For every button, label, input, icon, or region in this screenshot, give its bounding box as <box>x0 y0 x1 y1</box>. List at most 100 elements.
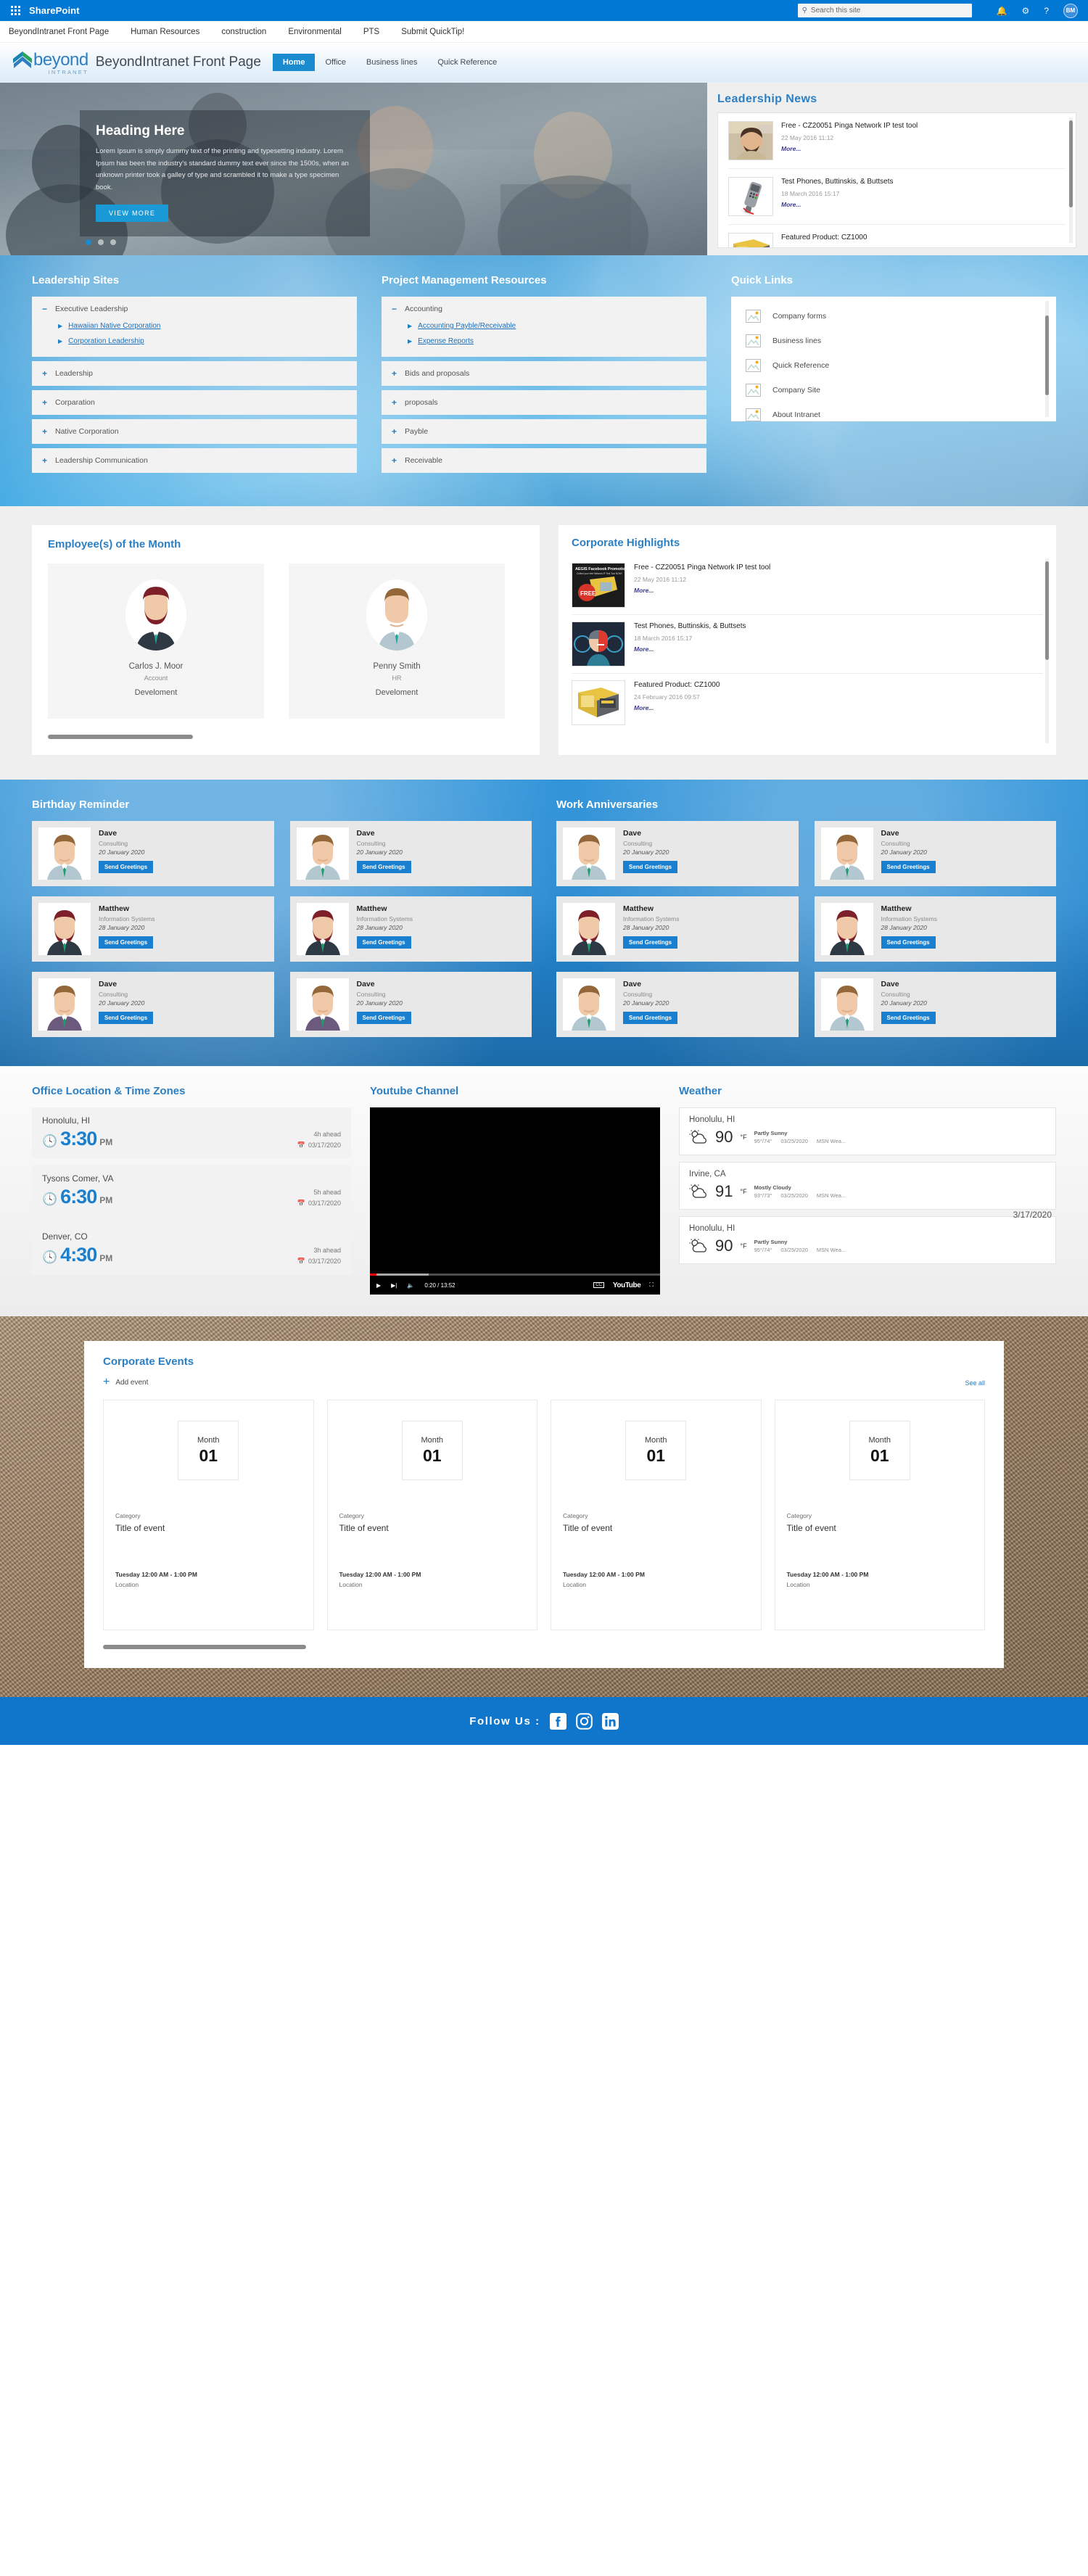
site-logo[interactable]: beyond INTRANET <box>10 50 88 75</box>
instagram-icon[interactable] <box>575 1712 593 1730</box>
linkedin-icon[interactable] <box>601 1712 619 1730</box>
news-more-link[interactable]: More... <box>781 145 801 152</box>
weather-card[interactable]: Honolulu, HI 90 °F Partly Sunny 95°/74° … <box>679 1107 1056 1155</box>
youtube-player[interactable]: ▶ ▶| 🔈 0:20 / 13:52 CC YouTube ⛶ <box>370 1107 660 1295</box>
list-item[interactable]: ▶ Corporation Leadership <box>58 337 347 345</box>
link[interactable]: Expense Reports <box>418 337 474 345</box>
timezone-card[interactable]: Denver, CO 🕓 4:30 PM 3h ahead 📅 03/17/202… <box>32 1223 351 1275</box>
accordion-native-corporation[interactable]: + Native Corporation <box>32 419 357 444</box>
accordion-executive-leadership[interactable]: − Executive Leadership ▶ Hawaiian Native… <box>32 297 357 357</box>
accordion-bids-and-proposals[interactable]: + Bids and proposals <box>382 361 706 386</box>
anniversary-card[interactable]: Matthew Information Systems 28 January 2… <box>814 896 1056 962</box>
play-icon[interactable]: ▶ <box>376 1282 381 1289</box>
quick-link-item[interactable]: Company Site <box>731 378 1056 402</box>
view-more-button[interactable]: VIEW MORE <box>96 204 169 222</box>
hub-nav-item-4[interactable]: PTS <box>363 28 379 36</box>
news-more-link[interactable]: More... <box>781 201 801 208</box>
carousel-dot-3[interactable] <box>110 239 116 245</box>
see-all-link[interactable]: See all <box>965 1379 985 1387</box>
send-greetings-button[interactable]: Send Greetings <box>356 861 411 873</box>
settings-icon[interactable]: ⚙ <box>1022 6 1030 16</box>
timezone-card[interactable]: Honolulu, HI 🕓 3:30 PM 4h ahead 📅 03/17/2… <box>32 1107 351 1159</box>
tab-business-lines[interactable]: Business lines <box>356 54 427 71</box>
send-greetings-button[interactable]: Send Greetings <box>623 861 678 873</box>
send-greetings-button[interactable]: Send Greetings <box>881 936 936 949</box>
birthday-card[interactable]: Matthew Information Systems 28 January 2… <box>289 896 532 962</box>
event-card[interactable]: Month 01 Category Title of event Tuesday… <box>103 1400 314 1630</box>
anniversary-card[interactable]: Dave Consulting 20 January 2020 Send Gre… <box>814 972 1056 1037</box>
news-item[interactable]: Test Phones, Buttinskis, & Buttsets 18 M… <box>728 169 1066 225</box>
send-greetings-button[interactable]: Send Greetings <box>623 936 678 949</box>
link[interactable]: Corporation Leadership <box>68 337 144 345</box>
accordion-corparation[interactable]: + Corparation <box>32 390 357 415</box>
tab-office[interactable]: Office <box>315 54 356 71</box>
highlights-scrollbar-thumb[interactable] <box>1045 561 1049 660</box>
anniversary-card[interactable]: Matthew Information Systems 28 January 2… <box>556 896 799 962</box>
list-item[interactable]: ▶ Expense Reports <box>408 337 696 345</box>
birthday-card[interactable]: Dave Consulting 20 January 2020 Send Gre… <box>289 972 532 1037</box>
highlight-item[interactable]: Test Phones, Buttinskis, & Buttsets 18 M… <box>572 615 1043 674</box>
quick-link-item[interactable]: Company forms <box>731 304 1056 329</box>
news-scrollbar-thumb[interactable] <box>1069 120 1073 207</box>
hub-nav-item-0[interactable]: BeyondIntranet Front Page <box>9 28 109 36</box>
event-card[interactable]: Month 01 Category Title of event Tuesday… <box>326 1400 537 1630</box>
send-greetings-button[interactable]: Send Greetings <box>356 936 411 949</box>
link[interactable]: Hawaiian Native Corporation <box>68 322 160 330</box>
hub-nav-item-1[interactable]: Human Resources <box>131 28 199 36</box>
send-greetings-button[interactable]: Send Greetings <box>99 1012 154 1024</box>
hub-nav-item-3[interactable]: Environmental <box>288 28 342 36</box>
birthday-card[interactable]: Dave Consulting 20 January 2020 Send Gre… <box>289 821 532 886</box>
help-icon[interactable]: ? <box>1044 6 1049 16</box>
employee-card[interactable]: Penny Smith HR Develoment <box>289 564 505 719</box>
accordion-payble[interactable]: + Payble <box>382 419 706 444</box>
list-item[interactable]: ▶ Accounting Payble/Receivable <box>408 322 696 330</box>
tab-quick-reference[interactable]: Quick Reference <box>427 54 507 71</box>
send-greetings-button[interactable]: Send Greetings <box>99 936 154 949</box>
weather-card[interactable]: Irvine, CA 91 °F Mostly Cloudy 93°/73° 0… <box>679 1162 1056 1210</box>
news-item[interactable]: Featured Product: CZ1000 24 February 201… <box>728 225 1066 247</box>
app-launcher-icon[interactable] <box>6 6 25 15</box>
highlight-item[interactable]: AEGIS Facebook Promotion Collect your fr… <box>572 556 1043 615</box>
highlight-more-link[interactable]: More... <box>634 587 654 594</box>
notifications-icon[interactable]: 🔔 <box>997 6 1007 16</box>
volume-icon[interactable]: 🔈 <box>407 1282 414 1289</box>
news-item[interactable]: Free - CZ20051 Pinga Network IP test too… <box>728 113 1066 169</box>
birthday-card[interactable]: Dave Consulting 20 January 2020 Send Gre… <box>32 972 274 1037</box>
add-event-button[interactable]: + Add event <box>103 1376 985 1388</box>
highlight-more-link[interactable]: More... <box>634 645 654 653</box>
employee-card[interactable]: Carlos J. Moor Account Develoment <box>48 564 264 719</box>
anniversary-card[interactable]: Dave Consulting 20 January 2020 Send Gre… <box>556 972 799 1037</box>
accordion-leadership[interactable]: + Leadership <box>32 361 357 386</box>
captions-icon[interactable]: CC <box>593 1282 604 1288</box>
tab-home[interactable]: Home <box>272 54 316 71</box>
anniversary-card[interactable]: Dave Consulting 20 January 2020 Send Gre… <box>556 821 799 886</box>
event-card[interactable]: Month 01 Category Title of event Tuesday… <box>551 1400 762 1630</box>
anniversary-card[interactable]: Dave Consulting 20 January 2020 Send Gre… <box>814 821 1056 886</box>
accordion-accounting[interactable]: − Accounting ▶ Accounting Payble/Receiva… <box>382 297 706 357</box>
timezone-card[interactable]: Tysons Comer, VA 🕓 6:30 PM 5h ahead 📅 03/… <box>32 1165 351 1217</box>
event-card[interactable]: Month 01 Category Title of event Tuesday… <box>774 1400 985 1630</box>
weather-card[interactable]: Honolulu, HI 90 °F Partly Sunny 95°/74° … <box>679 1216 1056 1264</box>
employee-carousel-scrollbar[interactable] <box>48 735 193 739</box>
fullscreen-icon[interactable]: ⛶ <box>649 1281 654 1289</box>
quick-link-item[interactable]: About Intranet <box>731 402 1056 421</box>
highlight-more-link[interactable]: More... <box>634 704 654 711</box>
link[interactable]: Accounting Payble/Receivable <box>418 322 516 330</box>
carousel-dot-2[interactable] <box>98 239 104 245</box>
send-greetings-button[interactable]: Send Greetings <box>356 1012 411 1024</box>
send-greetings-button[interactable]: Send Greetings <box>881 861 936 873</box>
search-input[interactable]: ⚲ Search this site <box>797 4 972 17</box>
accordion-leadership-communication[interactable]: + Leadership Communication <box>32 448 357 473</box>
hub-nav-item-5[interactable]: Submit QuickTip! <box>401 28 464 36</box>
next-icon[interactable]: ▶| <box>391 1282 397 1289</box>
quick-links-scrollbar-thumb[interactable] <box>1045 315 1049 395</box>
send-greetings-button[interactable]: Send Greetings <box>881 1012 936 1024</box>
facebook-icon[interactable] <box>549 1712 566 1730</box>
highlight-item[interactable]: Featured Product: CZ1000 24 February 201… <box>572 674 1043 732</box>
hub-nav-item-2[interactable]: construction <box>221 28 266 36</box>
quick-link-item[interactable]: Business lines <box>731 329 1056 353</box>
carousel-dot-1[interactable] <box>86 239 91 245</box>
birthday-card[interactable]: Matthew Information Systems 28 January 2… <box>32 896 274 962</box>
send-greetings-button[interactable]: Send Greetings <box>99 861 154 873</box>
list-item[interactable]: ▶ Hawaiian Native Corporation <box>58 322 347 330</box>
